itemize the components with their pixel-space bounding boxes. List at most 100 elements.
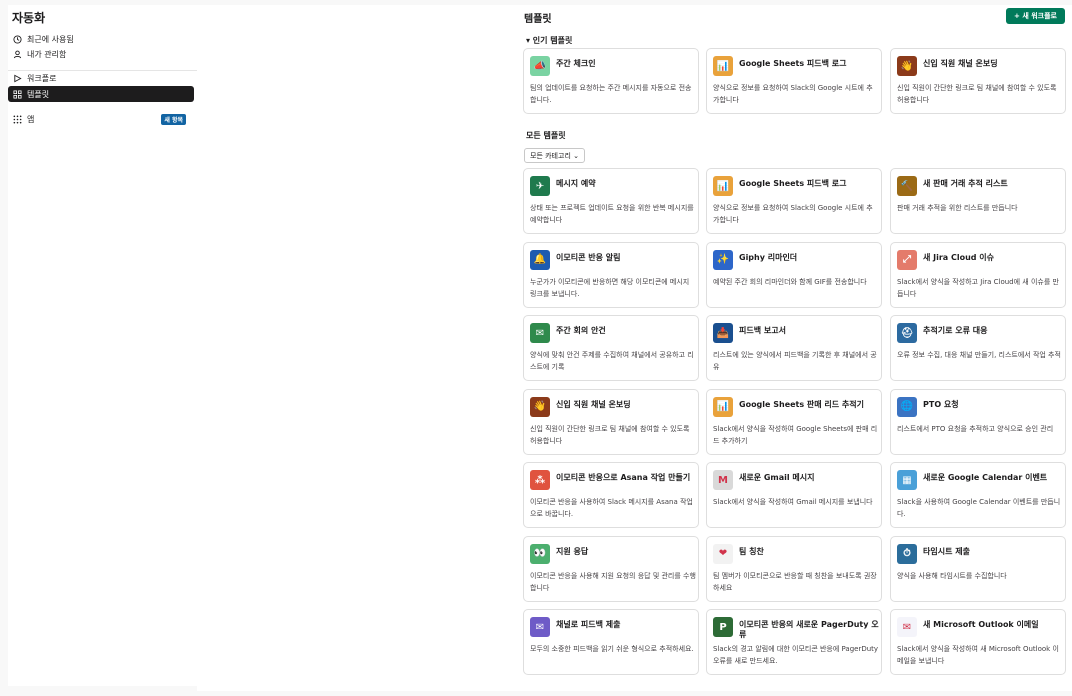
calendar-icon: ▦ [897, 470, 917, 490]
jira-icon: ⤢ [897, 249, 917, 270]
template-card-description: Slack을 사용하여 Google Calendar 이벤트를 만듭니다. [897, 498, 1061, 518]
sidebar-item-apps[interactable]: 앱 새 항목 [8, 111, 194, 127]
template-card[interactable]: 🔔 이모티콘 반응 알림 누군가가 이모티콘에 반응하면 해당 이모티콘에 메시지 … [523, 241, 699, 308]
apps-grid-icon [12, 114, 22, 124]
sidebar-item-recent[interactable]: 최근에 사용됨 [8, 31, 194, 47]
template-card-title: 이모티콘 반응으로 Asana 작업 만들기 [556, 473, 691, 482]
template-card[interactable]: ✈ 메시지 예약상태 또는 프로젝트 업데이트 요청을 위한 반복 메시지를 예약… [523, 168, 699, 234]
popular-templates-heading[interactable]: ▾ 인기 템플릿 [526, 35, 572, 46]
template-card-description: Slack의 경고 알림에 대한 이모티콘 반응에 PagerDuty 오류를 … [713, 645, 879, 665]
new-badge: 새 항목 [161, 113, 186, 125]
template-card-description: 팀 멤버가 이모티콘으로 반응할 때 칭찬을 보내도록 권장하세요 [713, 571, 877, 592]
sheets-icon: 📊 [713, 396, 733, 417]
template-card[interactable]: 📣 주간 체크인팀의 업데이트를 요청하는 주간 메시지를 자동으로 전송합니다. [523, 48, 699, 114]
template-card-description: 상태 또는 프로젝트 업데이트 요청을 위한 반복 메시지를 예약합니다 [530, 204, 694, 224]
template-card-title: Giphy 리마인더 [739, 252, 798, 262]
wave-icon: 👋 [530, 396, 550, 417]
giphy-icon: ✨ [713, 249, 733, 270]
template-card[interactable]: ✉ 새 Microsoft Outlook 이메일 Slack에서 양식을 작성하여… [890, 609, 1066, 675]
template-card[interactable]: 📊 Google Sheets 판매 리드 추적기 Slack에서 양식을 작성하여… [706, 388, 882, 455]
sidebar-item-workflows[interactable]: 워크플로 [8, 70, 194, 86]
feedback-icon: ✉ [530, 617, 550, 637]
template-card[interactable]: 👋 신입 직원 채널 온보딩 신입 직원이 간단한 링크로 팀 채널에 참여할 수 … [890, 48, 1066, 114]
template-card[interactable]: ⛑ 추적기로 오류 대응 오류 정보 수집, 대응 채널 만들기, 리스트에서 작업… [890, 315, 1066, 381]
template-card-title: 주간 회의 안건 [556, 326, 606, 335]
template-card[interactable]: 📊 Google Sheets 피드백 로그 양식으로 정보를 요청하여 Slack… [706, 48, 882, 114]
template-card-description: 양식에 맞춰 안건 주제를 수집하여 채널에서 공유하고 리스트에 기록 [530, 351, 694, 371]
template-card-title: 신입 직원 채널 온보딩 [556, 399, 631, 409]
sidebar-item-label: 최근에 사용됨 [27, 34, 74, 44]
template-card[interactable]: ⁂ 이모티콘 반응으로 Asana 작업 만들기이모티콘 반응을 사용하여 Sla… [523, 462, 699, 528]
template-card-description: Slack에서 양식을 작성하여 새 Microsoft Outlook 이메일… [897, 645, 1059, 665]
template-card[interactable]: 👋 신입 직원 채널 온보딩 신입 직원이 간단한 링크로 팀 채널에 참여할 수 … [523, 388, 699, 455]
template-card-title: 팀 칭찬 [739, 546, 764, 556]
eyes-icon: 👀 [530, 543, 550, 564]
template-card-description: 오류 정보 수집, 대응 채널 만들기, 리스트에서 작업 추적 [897, 351, 1061, 359]
heart-icon: ❤ [713, 543, 733, 564]
megaphone-icon: 📣 [530, 56, 550, 76]
sidebar-title: 자동화 [12, 11, 46, 25]
template-card-description: 신입 직원이 간단한 링크로 팀 채널에 참여할 수 있도록 허용합니다 [897, 84, 1057, 104]
bell-icon: 🔔 [530, 249, 550, 270]
template-card-description: 누군가가 이모티콘에 반응하면 해당 이모티콘에 메시지 링크를 보냅니다. [530, 277, 690, 298]
template-card-title: PTO 요청 [923, 399, 959, 409]
template-card-description: 리스트에 있는 양식에서 피드백을 기록한 후 채널에서 공유 [713, 351, 877, 371]
template-card[interactable]: ✉ 주간 회의 안건양식에 맞춰 안건 주제를 수집하여 채널에서 공유하고 리스… [523, 315, 699, 381]
sheets-icon: 📊 [713, 176, 733, 196]
template-card[interactable]: 🔨 새 판매 거래 추적 리스트판매 거래 추적을 위한 리스트를 만듭니다 [890, 168, 1066, 234]
template-card[interactable]: 👀 지원 응답 이모티콘 반응을 사용해 지원 요청의 응답 및 관리를 수행합니다 [523, 535, 699, 602]
template-card-description: Slack에서 양식을 작성하여 Gmail 메시지를 보냅니다 [713, 498, 873, 506]
template-card-title: 채널로 피드백 제출 [556, 620, 621, 629]
template-card[interactable]: M 새로운 Gmail 메시지 Slack에서 양식을 작성하여 Gmail 메시지… [706, 462, 882, 528]
lifebuoy-icon: ⛑ [897, 323, 917, 343]
template-card-title: 메시지 예약 [556, 179, 596, 188]
template-card-title: 주간 체크인 [556, 59, 596, 68]
template-card[interactable]: 📊 Google Sheets 피드백 로그 양식으로 정보를 요청하여 Slack… [706, 168, 882, 234]
sidebar-item-label: 내가 관리함 [27, 49, 67, 59]
sidebar-item-label: 워크플로 [27, 73, 57, 83]
template-card[interactable]: ❤ 팀 칭찬팀 멤버가 이모티콘으로 반응할 때 칭찬을 보내도록 권장하세요 [706, 535, 882, 602]
template-card-description: 이모티콘 반응을 사용해 지원 요청의 응답 및 관리를 수행합니다 [530, 571, 696, 592]
template-card-title: 새로운 Gmail 메시지 [739, 473, 815, 482]
note-icon: ✉ [530, 323, 550, 343]
template-card-title: Google Sheets 피드백 로그 [739, 179, 847, 188]
template-card-title: Google Sheets 판매 리드 추적기 [739, 399, 865, 409]
wave-icon: 👋 [897, 56, 917, 76]
template-card[interactable]: ✨ Giphy 리마인더 예약된 주간 회의 리마인더와 함께 GIF를 전송합니다 [706, 241, 882, 308]
play-icon [12, 73, 22, 83]
template-card[interactable]: 🌐 PTO 요청 리스트에서 PTO 요청을 추적하고 양식으로 승인 관리 [890, 388, 1066, 455]
template-card-title: 타임시트 제출 [923, 546, 970, 556]
sidebar: 자동화 최근에 사용됨 내가 관리함 워크플로 템플릿 앱 새 항목 [8, 5, 197, 686]
template-card-title: 새 판매 거래 추적 리스트 [923, 179, 1008, 188]
template-card-description: 판매 거래 추적을 위한 리스트를 만듭니다 [897, 204, 1018, 212]
gavel-icon: 🔨 [897, 176, 917, 196]
template-card[interactable]: ▦ 새로운 Google Calendar 이벤트 Slack을 사용하여 Goog… [890, 462, 1066, 528]
globe-icon: 🌐 [897, 396, 917, 417]
clock-icon [12, 34, 22, 44]
timesheet-icon: ⏱ [897, 543, 917, 564]
template-card[interactable]: P 이모티콘 반응의 새로운 PagerDuty 오류 Slack의 경고 알림에 … [706, 609, 882, 675]
sidebar-item-managed[interactable]: 내가 관리함 [8, 46, 194, 62]
template-card[interactable]: ⤢ 새 Jira Cloud 이슈 Slack에서 양식을 작성하고 Jira Cl… [890, 241, 1066, 308]
person-icon [12, 49, 22, 59]
template-card-description: 양식으로 정보를 요청하여 Slack의 Google 시트에 추가합니다 [713, 84, 873, 104]
template-card-title: Google Sheets 피드백 로그 [739, 59, 847, 68]
template-card-description: 팀의 업데이트를 요청하는 주간 메시지를 자동으로 전송합니다. [530, 84, 692, 104]
sidebar-item-label: 앱 [27, 114, 35, 124]
asana-icon: ⁂ [530, 470, 550, 490]
template-card-description: Slack에서 양식을 작성하여 Google Sheets에 판매 리드 추가… [713, 424, 878, 445]
paper-plane-icon: ✈ [530, 176, 550, 196]
template-card-description: Slack에서 양식을 작성하고 Jira Cloud에 새 이슈를 만듭니다 [897, 277, 1059, 298]
template-card[interactable]: ✉ 채널로 피드백 제출모두의 소중한 피드백을 읽기 쉬운 형식으로 추적하세요… [523, 609, 699, 675]
category-filter-dropdown[interactable]: 모든 카테고리 ⌄ [524, 148, 585, 163]
gmail-icon: M [713, 470, 733, 490]
template-card[interactable]: 📥 피드백 보고서 리스트에 있는 양식에서 피드백을 기록한 후 채널에서 공유 [706, 315, 882, 381]
inbox-icon: 📥 [713, 323, 733, 343]
sidebar-item-templates[interactable]: 템플릿 [8, 86, 194, 102]
outlook-icon: ✉ [897, 617, 917, 637]
template-card[interactable]: ⏱ 타임시트 제출양식을 사용해 타임시트를 수집합니다 [890, 535, 1066, 602]
new-workflow-button[interactable]: + 새 워크플로 [1006, 8, 1065, 24]
template-card-description: 이모티콘 반응을 사용하여 Slack 메시지를 Asana 작업으로 바꿉니다… [530, 498, 693, 518]
template-card-description: 양식을 사용해 타임시트를 수집합니다 [897, 571, 1007, 580]
template-card-description: 모두의 소중한 피드백을 읽기 쉬운 형식으로 추적하세요. [530, 645, 694, 653]
